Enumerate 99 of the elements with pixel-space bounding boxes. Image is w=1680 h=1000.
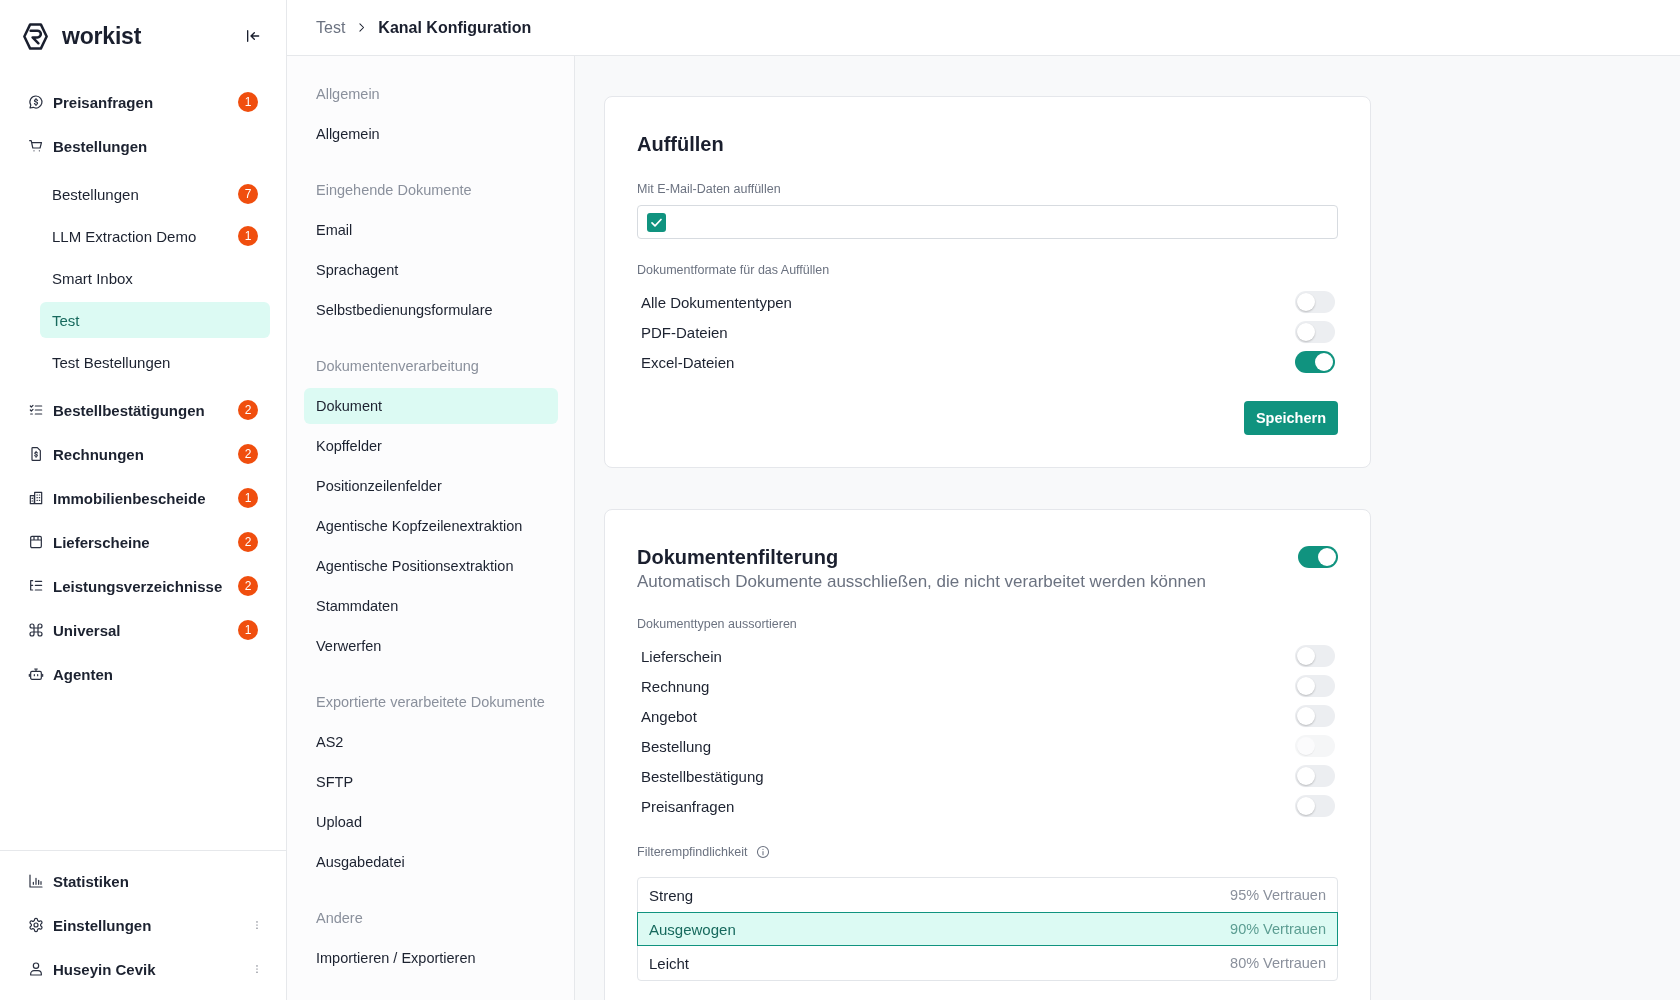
sidebar-subitem[interactable]: Test: [40, 302, 270, 338]
toggle-switch[interactable]: [1295, 645, 1335, 667]
command-icon: [28, 622, 44, 638]
input-field[interactable]: [637, 205, 1338, 239]
toggle-switch[interactable]: [1295, 705, 1335, 727]
count-badge: 2: [238, 400, 258, 420]
save-button[interactable]: Speichern: [1243, 401, 1338, 435]
sidebar-item[interactable]: Leistungsverzeichnisse 2: [20, 568, 270, 604]
page-title: Kanal Konfiguration: [378, 18, 532, 37]
sidebar-item[interactable]: Bestellungen: [20, 128, 270, 164]
sidebar-item[interactable]: Agenten: [20, 656, 270, 692]
settings-nav-link[interactable]: Positionzeilenfelder: [304, 468, 558, 504]
sidebar-item[interactable]: Universal 1: [20, 612, 270, 648]
user-icon: [28, 961, 44, 977]
settings-nav-link[interactable]: Email: [304, 212, 558, 248]
sidebar-subitem[interactable]: Test Bestellungen: [40, 344, 270, 380]
count-badge: 1: [238, 92, 258, 112]
bar-chart-icon: [28, 873, 44, 889]
field-label: Filterempfindlichkeit: [637, 844, 748, 860]
count-badge: 2: [238, 576, 258, 596]
toggle-switch[interactable]: [1295, 321, 1335, 343]
dollar-chat-icon: [28, 94, 44, 110]
toggle-label: Alle Dokumententypen: [641, 293, 792, 311]
checklist-icon: [28, 402, 44, 418]
section-heading: Exportierte verarbeitete Dokumente: [315, 693, 546, 712]
field-label: Dokumentformate für das Auffüllen: [637, 262, 831, 278]
card-subtitle: Automatisch Dokumente ausschließen, die nicht verarbeitet werden können: [637, 571, 1207, 593]
settings-icon: [28, 917, 44, 933]
dollar-document-icon: [28, 446, 44, 462]
settings-nav-link[interactable]: Selbstbedienungsformulare: [304, 292, 558, 328]
sensitivity-option[interactable]: Ausgewogen 90% Vertrauen: [637, 912, 1338, 946]
sidebar-item[interactable]: Statistiken: [20, 863, 270, 899]
toggle-label: Lieferschein: [641, 647, 722, 665]
confidence-text: 95% Vertrauen: [1230, 887, 1326, 903]
collapse-sidebar-icon[interactable]: [245, 28, 261, 44]
toggle-switch[interactable]: [1295, 765, 1335, 787]
count-badge: 1: [238, 226, 258, 246]
sidebar-item[interactable]: Einstellungen: [20, 907, 270, 943]
sidebar-subitem[interactable]: LLM Extraction Demo 1: [40, 218, 270, 254]
card-title: Dokumentenfilterung: [637, 545, 839, 570]
robot-icon: [28, 666, 44, 682]
card-title: Auffüllen: [637, 132, 725, 157]
settings-nav-link[interactable]: AS2: [304, 724, 558, 760]
settings-nav-link[interactable]: Importieren / Exportieren: [304, 940, 558, 976]
buildings-icon: [28, 490, 44, 506]
sidebar-subitem[interactable]: Smart Inbox: [40, 260, 270, 296]
settings-nav-link[interactable]: Kopffelder: [304, 428, 558, 464]
sensitivity-option[interactable]: Leicht 80% Vertrauen: [638, 946, 1337, 980]
settings-nav-link[interactable]: Agentische Positionsextraktion: [304, 548, 558, 584]
sidebar-item[interactable]: Huseyin Cevik: [20, 951, 270, 987]
brand-name: workist: [62, 22, 142, 50]
hexagon-logo-icon: [20, 20, 51, 52]
count-badge: 2: [238, 532, 258, 552]
sensitivity-option[interactable]: Streng 95% Vertrauen: [638, 878, 1337, 912]
toggle-switch[interactable]: [1295, 291, 1335, 313]
toggle-label: PDF-Dateien: [641, 323, 728, 341]
info-icon[interactable]: [756, 845, 771, 859]
toggle-label: Rechnung: [641, 677, 710, 695]
settings-nav-link[interactable]: Verwerfen: [304, 628, 558, 664]
toggle-switch[interactable]: [1295, 351, 1335, 373]
section-heading: Eingehende Dokumente: [315, 181, 473, 200]
toggle-label: Bestellung: [641, 737, 712, 755]
checkbox[interactable]: [647, 212, 666, 232]
count-badge: 7: [238, 184, 258, 204]
settings-nav-link[interactable]: Allgemein: [304, 116, 558, 152]
settings-nav-link[interactable]: SFTP: [304, 764, 558, 800]
toggle-label: Excel-Dateien: [641, 353, 735, 371]
breadcrumb-link[interactable]: Test: [316, 18, 346, 37]
count-badge: 1: [238, 620, 258, 640]
section-heading: Dokumentenverarbeitung: [315, 357, 480, 376]
list-tree-icon: [28, 578, 44, 594]
settings-nav-link[interactable]: Dokument: [304, 388, 558, 424]
section-heading: Allgemein: [315, 85, 381, 104]
section-heading: Andere: [315, 909, 364, 928]
sidebar-item[interactable]: Lieferscheine 2: [20, 524, 270, 560]
toggle-label: Preisanfragen: [641, 797, 735, 815]
field-label: Mit E-Mail-Daten auffüllen: [637, 181, 782, 197]
box-icon: [28, 534, 44, 550]
count-badge: 1: [238, 488, 258, 508]
settings-nav-link[interactable]: Sprachagent: [304, 252, 558, 288]
confidence-text: 90% Vertrauen: [1230, 921, 1326, 937]
toggle-switch[interactable]: [1295, 795, 1335, 817]
sidebar-subitem[interactable]: Bestellungen 7: [40, 176, 270, 212]
sidebar-item[interactable]: Immobilienbescheide 1: [20, 480, 270, 516]
sidebar-item[interactable]: Preisanfragen 1: [20, 84, 270, 120]
settings-nav-link[interactable]: Ausgabedatei: [304, 844, 558, 880]
settings-nav-link[interactable]: Stammdaten: [304, 588, 558, 624]
field-label: Dokumenttypen aussortieren: [637, 616, 798, 632]
confidence-text: 80% Vertrauen: [1230, 955, 1326, 971]
toggle-label: Angebot: [641, 707, 697, 725]
toggle-switch[interactable]: [1295, 675, 1335, 697]
sidebar-item[interactable]: Rechnungen 2: [20, 436, 270, 472]
sidebar-item[interactable]: Bestellbestätigungen 2: [20, 392, 270, 428]
count-badge: 2: [238, 444, 258, 464]
settings-nav-link[interactable]: Upload: [304, 804, 558, 840]
toggle-switch[interactable]: [1298, 546, 1338, 568]
toggle-label: Bestellbestätigung: [641, 767, 764, 785]
cart-icon: [28, 138, 44, 154]
settings-nav-link[interactable]: Agentische Kopfzeilenextraktion: [304, 508, 558, 544]
